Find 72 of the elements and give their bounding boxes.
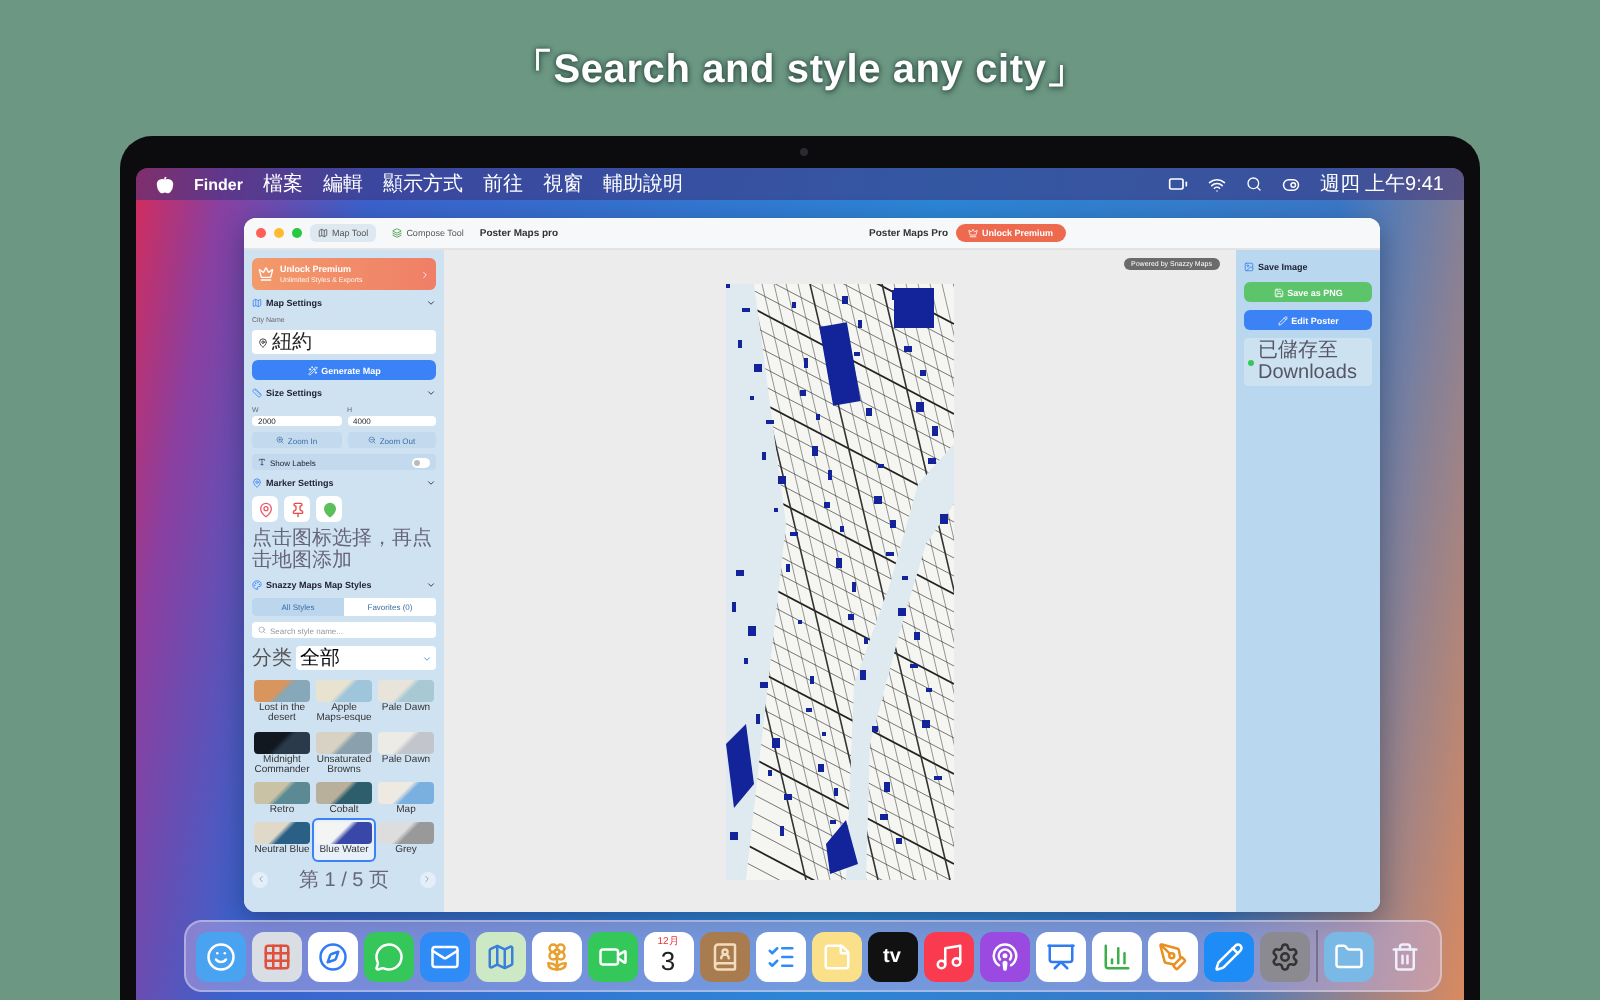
pin-icon xyxy=(252,478,262,488)
toggle-switch[interactable] xyxy=(412,457,430,467)
control-center-icon[interactable] xyxy=(1281,175,1300,193)
chevron-right-icon xyxy=(420,269,430,279)
notepad-icon[interactable] xyxy=(811,931,861,981)
envelope-icon[interactable] xyxy=(419,931,469,981)
chevron-down-icon[interactable] xyxy=(426,478,436,488)
menu-clock[interactable]: 週四 上午9:41 xyxy=(1319,170,1444,198)
menu-item[interactable]: 編輯 xyxy=(322,170,363,198)
pushpin-icon[interactable] xyxy=(284,496,310,522)
folder-icon[interactable] xyxy=(1323,931,1373,981)
category-dropdown[interactable]: 全部 xyxy=(296,646,436,670)
chevron-down-icon xyxy=(422,653,432,663)
map-icon xyxy=(252,298,262,308)
menu-item[interactable]: 檔案 xyxy=(262,170,303,198)
wand-icon xyxy=(307,365,318,375)
podcast-icon[interactable] xyxy=(979,931,1029,981)
gear-icon[interactable] xyxy=(1259,931,1309,981)
app-grid-icon[interactable] xyxy=(251,931,301,981)
smiling-face-icon[interactable] xyxy=(195,931,245,981)
menu-item[interactable]: 輔助說明 xyxy=(602,170,683,198)
status-dot xyxy=(1248,359,1254,365)
video-camera-icon[interactable] xyxy=(587,931,637,981)
music-note-icon[interactable] xyxy=(923,931,973,981)
chevron-right-icon xyxy=(422,874,433,884)
image-icon xyxy=(1244,262,1254,272)
checklist-icon[interactable] xyxy=(755,931,805,981)
search-icon[interactable] xyxy=(1245,176,1262,192)
apple-logo-icon[interactable] xyxy=(156,175,174,193)
bar-chart-icon[interactable] xyxy=(1091,931,1141,981)
chevron-left-icon xyxy=(255,874,265,884)
palette-icon xyxy=(252,580,262,590)
headline: 「Search and style any city」 xyxy=(512,45,1088,95)
speech-bubble-icon[interactable] xyxy=(363,931,413,981)
zoom-button[interactable] xyxy=(292,228,302,238)
chevron-down-icon[interactable] xyxy=(426,298,436,308)
menu-item[interactable]: 前往 xyxy=(482,170,523,198)
status-text: 已儲存至 Downloads xyxy=(1258,340,1359,384)
wifi-icon[interactable] xyxy=(1207,175,1226,193)
battery-icon[interactable] xyxy=(1167,174,1188,194)
menu-item[interactable]: 顯示方式 xyxy=(382,170,463,198)
map-icon xyxy=(318,228,328,238)
menu-item[interactable]: Finder xyxy=(194,175,243,193)
contact-book-icon[interactable] xyxy=(699,931,749,981)
search-icon xyxy=(258,626,266,634)
tv-app-tile[interactable]: tv xyxy=(867,931,917,981)
pencil-icon xyxy=(1277,315,1288,325)
close-button[interactable] xyxy=(256,228,266,238)
zoom-out-icon xyxy=(367,436,376,444)
pencil-icon[interactable] xyxy=(1203,931,1253,981)
chevron-down-icon[interactable] xyxy=(426,388,436,398)
page-indicator: 第 1 / 5 页 xyxy=(298,867,389,893)
layers-icon xyxy=(392,228,403,238)
map-icon[interactable] xyxy=(475,931,525,981)
balloon-pin-icon[interactable] xyxy=(316,496,342,522)
crown-icon xyxy=(968,228,979,238)
floppy-disk-icon xyxy=(1273,287,1284,297)
zoom-in-icon xyxy=(275,436,284,444)
compass-icon[interactable] xyxy=(307,931,357,981)
crown-icon xyxy=(258,266,274,282)
marker-hint: 点击图标选择，再点击地图添加 xyxy=(252,528,434,572)
city-input-field[interactable]: 紐約 xyxy=(252,330,436,354)
ruler-icon xyxy=(252,388,262,398)
chevron-down-icon[interactable] xyxy=(426,580,436,590)
location-pin-icon[interactable] xyxy=(252,496,278,522)
flower-icon[interactable] xyxy=(531,931,581,981)
menu-item[interactable]: 視窗 xyxy=(542,170,583,198)
category-label: 分类 xyxy=(252,645,292,672)
lectern-icon[interactable] xyxy=(1035,931,1085,981)
pin-icon xyxy=(258,337,268,347)
pen-icon[interactable] xyxy=(1147,931,1197,981)
text-icon xyxy=(258,458,266,466)
